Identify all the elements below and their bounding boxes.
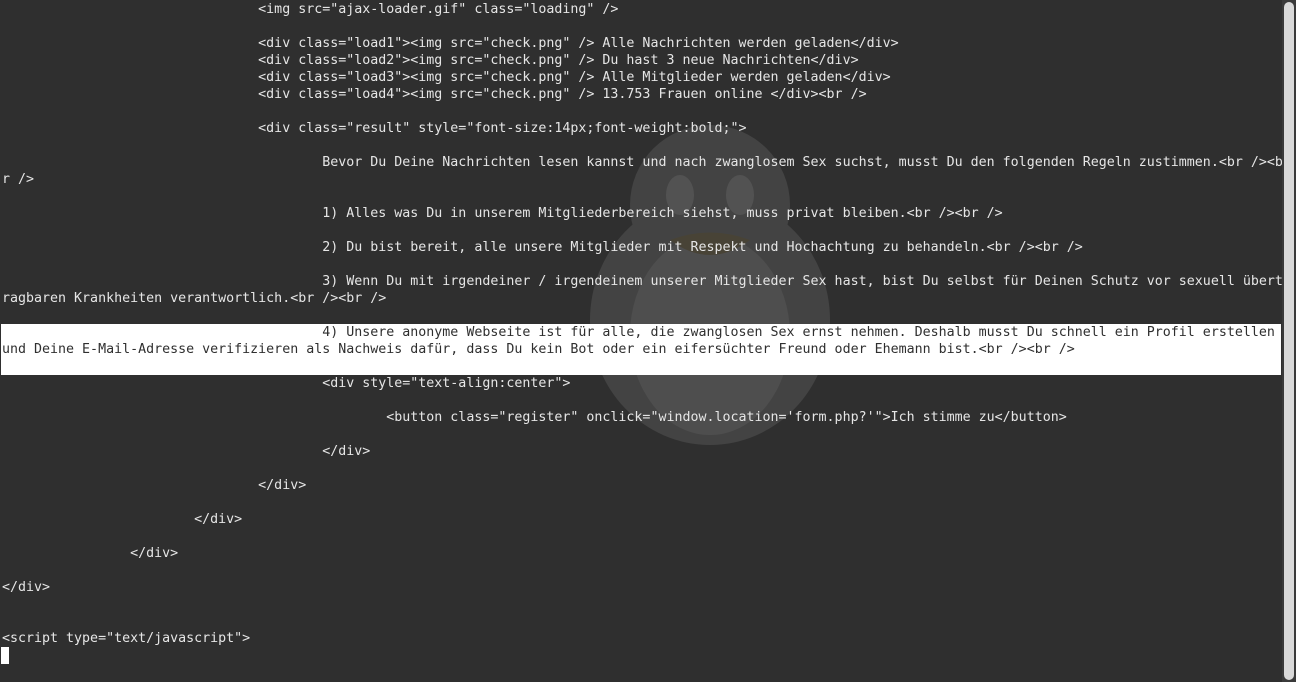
code-line: <button class="register" onclick="window… <box>2 410 1067 425</box>
code-line: <div style="text-align:center"> <box>2 376 571 391</box>
text-cursor <box>1 647 9 664</box>
code-line: </div> <box>2 580 51 595</box>
code-line: 1) Alles was Du in unserem Mitgliederber… <box>2 206 1003 221</box>
highlighted-code-line: und Deine E-Mail-Adresse verifizieren al… <box>2 342 1075 357</box>
code-line: 3) Wenn Du mit irgendeiner / irgendeinem… <box>2 274 1282 289</box>
code-line: </div> <box>2 478 307 493</box>
code-line: r /> <box>2 172 35 187</box>
code-line: <div class="load4"><img src="check.png" … <box>2 87 867 102</box>
code-line: <script type="text/javascript"> <box>2 631 251 646</box>
code-line: 2) Du bist bereit, alle unsere Mitgliede… <box>2 240 1083 255</box>
terminal-window[interactable]: <img src="ajax-loader.gif" class="loadin… <box>0 0 1282 682</box>
code-line: </div> <box>2 546 179 561</box>
vertical-scrollbar[interactable] <box>1282 0 1296 682</box>
code-line: </div> <box>2 512 243 527</box>
code-line: <div class="result" style="font-size:14p… <box>2 121 747 136</box>
scrollbar-thumb[interactable] <box>1284 2 1294 680</box>
code-line: </div> <box>2 444 371 459</box>
code-line: <img src="ajax-loader.gif" class="loadin… <box>2 2 619 17</box>
code-line: Bevor Du Deine Nachrichten lesen kannst … <box>2 155 1282 170</box>
code-line: <div class="load2"><img src="check.png" … <box>2 53 859 68</box>
code-line: <div class="load1"><img src="check.png" … <box>2 36 899 51</box>
code-line: ragbaren Krankheiten verantwortlich.<br … <box>2 291 387 306</box>
code-line: <div class="load3"><img src="check.png" … <box>2 70 891 85</box>
highlighted-code-line: 4) Unsere anonyme Webseite ist für alle,… <box>2 325 1275 340</box>
